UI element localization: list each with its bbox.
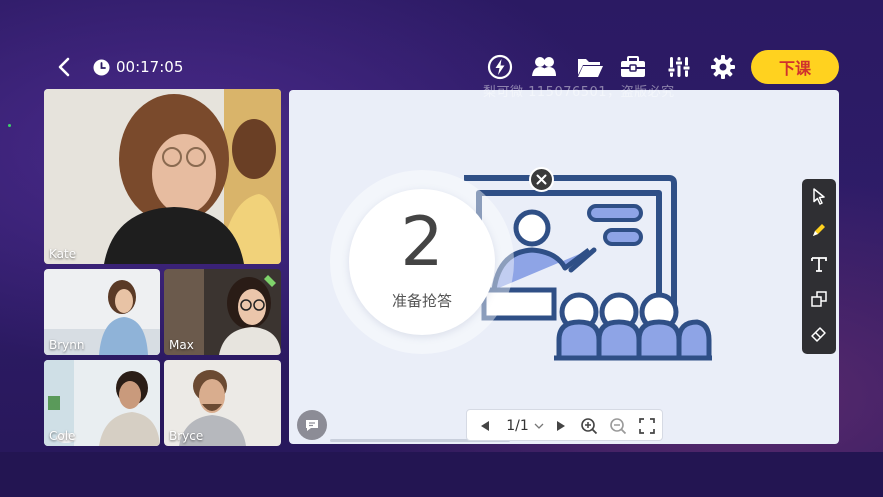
bottom-strip [0,452,883,497]
settings-icon [711,55,735,79]
participant-name: Cole [49,429,76,443]
video-tile-brynn[interactable]: Brynn [44,269,160,355]
zoom-in-button[interactable] [578,414,600,438]
chevron-down-icon [534,423,544,429]
shape-icon [811,291,827,307]
triangle-right-icon [557,421,565,431]
watermark: 梨可微 115076501，盗版必究 [483,85,675,100]
countdown-number: 2 [400,203,444,282]
video-tile-cole[interactable]: Cole [44,360,160,446]
participant-name: Kate [49,247,77,261]
toolbox-icon [621,56,645,77]
lightning-button[interactable] [486,53,514,81]
fullscreen-icon [639,418,655,434]
pointer-icon [813,188,825,205]
video-tile-max[interactable]: Max [164,269,281,355]
students-icon [532,57,556,76]
pen-tool[interactable] [807,218,831,242]
status-dot [8,124,11,127]
text-tool[interactable] [807,252,831,276]
folder-button[interactable] [576,53,604,81]
zoom-in-icon [581,418,598,435]
page-select[interactable]: 1/1 [503,414,547,438]
pointer-tool[interactable] [807,184,831,208]
close-countdown-button[interactable] [529,167,554,192]
countdown-label: 准备抢答 [391,292,452,310]
participant-name: Bryce [169,429,204,443]
participant-video [44,89,281,264]
folder-icon [578,59,603,77]
shape-tool[interactable] [807,287,831,311]
video-tile-kate[interactable]: Kate [44,89,281,264]
drawing-tool-palette [802,179,836,354]
lightning-icon [487,54,513,80]
participant-name: Brynn [49,338,85,352]
text-icon [811,257,827,272]
close-icon [536,174,547,185]
prev-page-button[interactable] [475,414,495,438]
clock-icon [93,59,110,75]
settings-button[interactable] [709,53,737,81]
mixer-icon [667,57,691,77]
eraser-tool[interactable] [807,322,831,346]
chat-icon [306,420,318,431]
eraser-icon [811,327,826,342]
participant-name: Max [169,338,194,352]
triangle-left-icon [481,421,489,431]
fullscreen-button[interactable] [636,414,658,438]
mixer-button[interactable] [665,53,693,81]
page-navigator: 1/1 [466,409,663,441]
toolbox-button[interactable] [619,53,647,81]
zoom-out-icon [610,418,627,435]
next-page-button[interactable] [551,414,571,438]
video-tile-bryce[interactable]: Bryce [164,360,281,446]
chat-button[interactable] [297,410,327,440]
back-button[interactable] [52,55,76,79]
students-button[interactable] [530,53,558,81]
chevron-left-icon [58,57,70,77]
page-indicator: 1/1 [506,418,529,434]
class-timer: 00:17:05 [93,56,183,78]
timer-text: 00:17:05 [116,58,184,76]
pen-icon [813,224,825,236]
zoom-out-button[interactable] [607,414,629,438]
end-class-button[interactable]: 下课 [751,50,839,84]
